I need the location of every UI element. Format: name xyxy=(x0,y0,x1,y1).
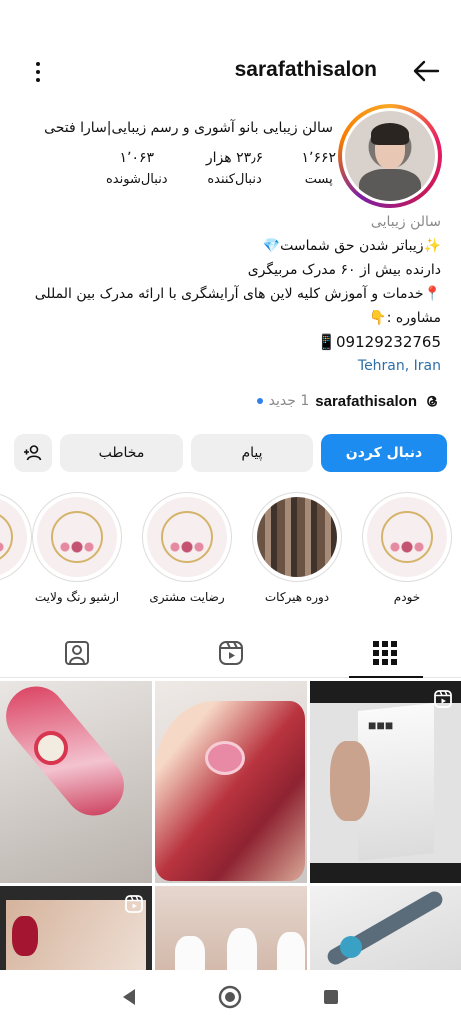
profile-username: sarafathisalon xyxy=(234,58,377,81)
reels-icon xyxy=(434,690,452,708)
stat-value: ۲۳٫۶ هزار xyxy=(205,150,264,166)
top-bar: sarafathisalon xyxy=(0,52,461,92)
profile-actions: دنبال کردن پیام مخاطب xyxy=(14,434,447,472)
avatar-story-ring[interactable] xyxy=(338,104,442,208)
profile-category: سالن زیبایی xyxy=(370,214,441,230)
back-triangle-icon[interactable] xyxy=(116,984,142,1010)
follow-button[interactable]: دنبال کردن xyxy=(321,434,447,472)
bio-phone: 09129232765📱 xyxy=(317,333,441,351)
stat-label: دنبال‌کننده xyxy=(207,172,262,187)
add-user-button[interactable] xyxy=(14,434,52,472)
highlight-label: دوره هیرکات xyxy=(264,590,330,604)
stat-label: دنبال‌شونده xyxy=(106,172,168,187)
message-button[interactable]: پیام xyxy=(191,434,313,472)
highlight-item[interactable]: رضایت مشتری xyxy=(142,492,232,604)
bio-line: دارنده بیش از ۶۰ مدرک مربیگری xyxy=(247,262,441,278)
stat-label: پست xyxy=(304,172,333,187)
add-user-icon xyxy=(24,445,42,461)
threads-badge[interactable]: sarafathisalon 1 جدید xyxy=(256,392,441,410)
stat-followers[interactable]: ۲۳٫۶ هزار دنبال‌کننده xyxy=(206,150,263,187)
highlight-label: رضایت مشتری xyxy=(149,590,225,604)
system-nav-bar xyxy=(0,970,461,1024)
arrow-left-icon[interactable] xyxy=(411,56,441,86)
stat-value: ۱٬۰۶۳ xyxy=(119,150,155,166)
highlight-item[interactable]: خودم xyxy=(362,492,452,604)
tab-tagged[interactable] xyxy=(0,628,153,678)
location-link[interactable]: Tehran, Iran xyxy=(21,354,441,378)
threads-icon xyxy=(427,395,437,407)
post-thumbnail[interactable] xyxy=(155,681,307,883)
highlight-item[interactable]: ارشیو رنگ ولایت xyxy=(32,492,122,604)
profile-full-name: سالن زیبایی بانو آشوری و رسم زیبایی|سارا… xyxy=(44,120,333,136)
stat-posts[interactable]: ۱٬۶۶۲ پست xyxy=(301,150,336,187)
reels-icon xyxy=(218,641,243,665)
highlight-label: ارشیو رنگ ولایت xyxy=(34,590,120,604)
bio-line: ✨زیباتر شدن حق شماست💎 xyxy=(262,238,441,254)
post-thumbnail[interactable] xyxy=(0,886,152,971)
new-dot xyxy=(256,398,263,404)
profile-stats: ۱٬۶۶۲ پست ۲۳٫۶ هزار دنبال‌کننده ۱٬۰۶۳ دن… xyxy=(106,150,336,187)
tab-grid[interactable] xyxy=(308,628,461,678)
active-tab-indicator xyxy=(349,676,423,678)
more-vertical-icon[interactable] xyxy=(30,60,46,84)
profile-tabs xyxy=(0,628,461,678)
bio-line: 📍خدمات و آموزش کلیه لاین های آرایشگری با… xyxy=(34,286,441,302)
highlight-item[interactable]: دوره هیرکات xyxy=(252,492,342,604)
stat-following[interactable]: ۱٬۰۶۳ دنبال‌شونده xyxy=(106,150,168,187)
home-circle-icon[interactable] xyxy=(217,984,243,1010)
story-highlights: ارشیو رنگ ولایت رضایت مشتری دوره هیرکات … xyxy=(0,492,461,612)
post-thumbnail[interactable] xyxy=(155,886,307,971)
post-thumbnail[interactable] xyxy=(310,886,461,971)
posts-grid: ■■■ xyxy=(0,681,461,971)
magazine-cover-art: ■■■ xyxy=(368,719,394,734)
highlight-label: خودم xyxy=(393,590,421,604)
recents-square-icon[interactable] xyxy=(318,984,344,1010)
bio-line: مشاوره :👇 xyxy=(369,310,441,326)
grid-icon xyxy=(372,641,397,665)
avatar xyxy=(345,111,435,201)
reels-icon xyxy=(125,895,143,913)
tab-reels[interactable] xyxy=(154,628,307,678)
contact-button[interactable]: مخاطب xyxy=(60,434,183,472)
post-thumbnail[interactable]: ■■■ xyxy=(310,681,461,883)
stat-value: ۱٬۶۶۲ xyxy=(301,150,336,166)
highlight-partial[interactable] xyxy=(0,492,32,582)
tagged-icon xyxy=(64,641,89,665)
profile-bio: سالن زیبایی ✨زیباتر شدن حق شماست💎 دارنده… xyxy=(21,210,441,378)
post-thumbnail[interactable] xyxy=(0,681,152,883)
threads-username: sarafathisalon xyxy=(315,392,417,410)
threads-new-count: 1 جدید xyxy=(268,393,310,409)
